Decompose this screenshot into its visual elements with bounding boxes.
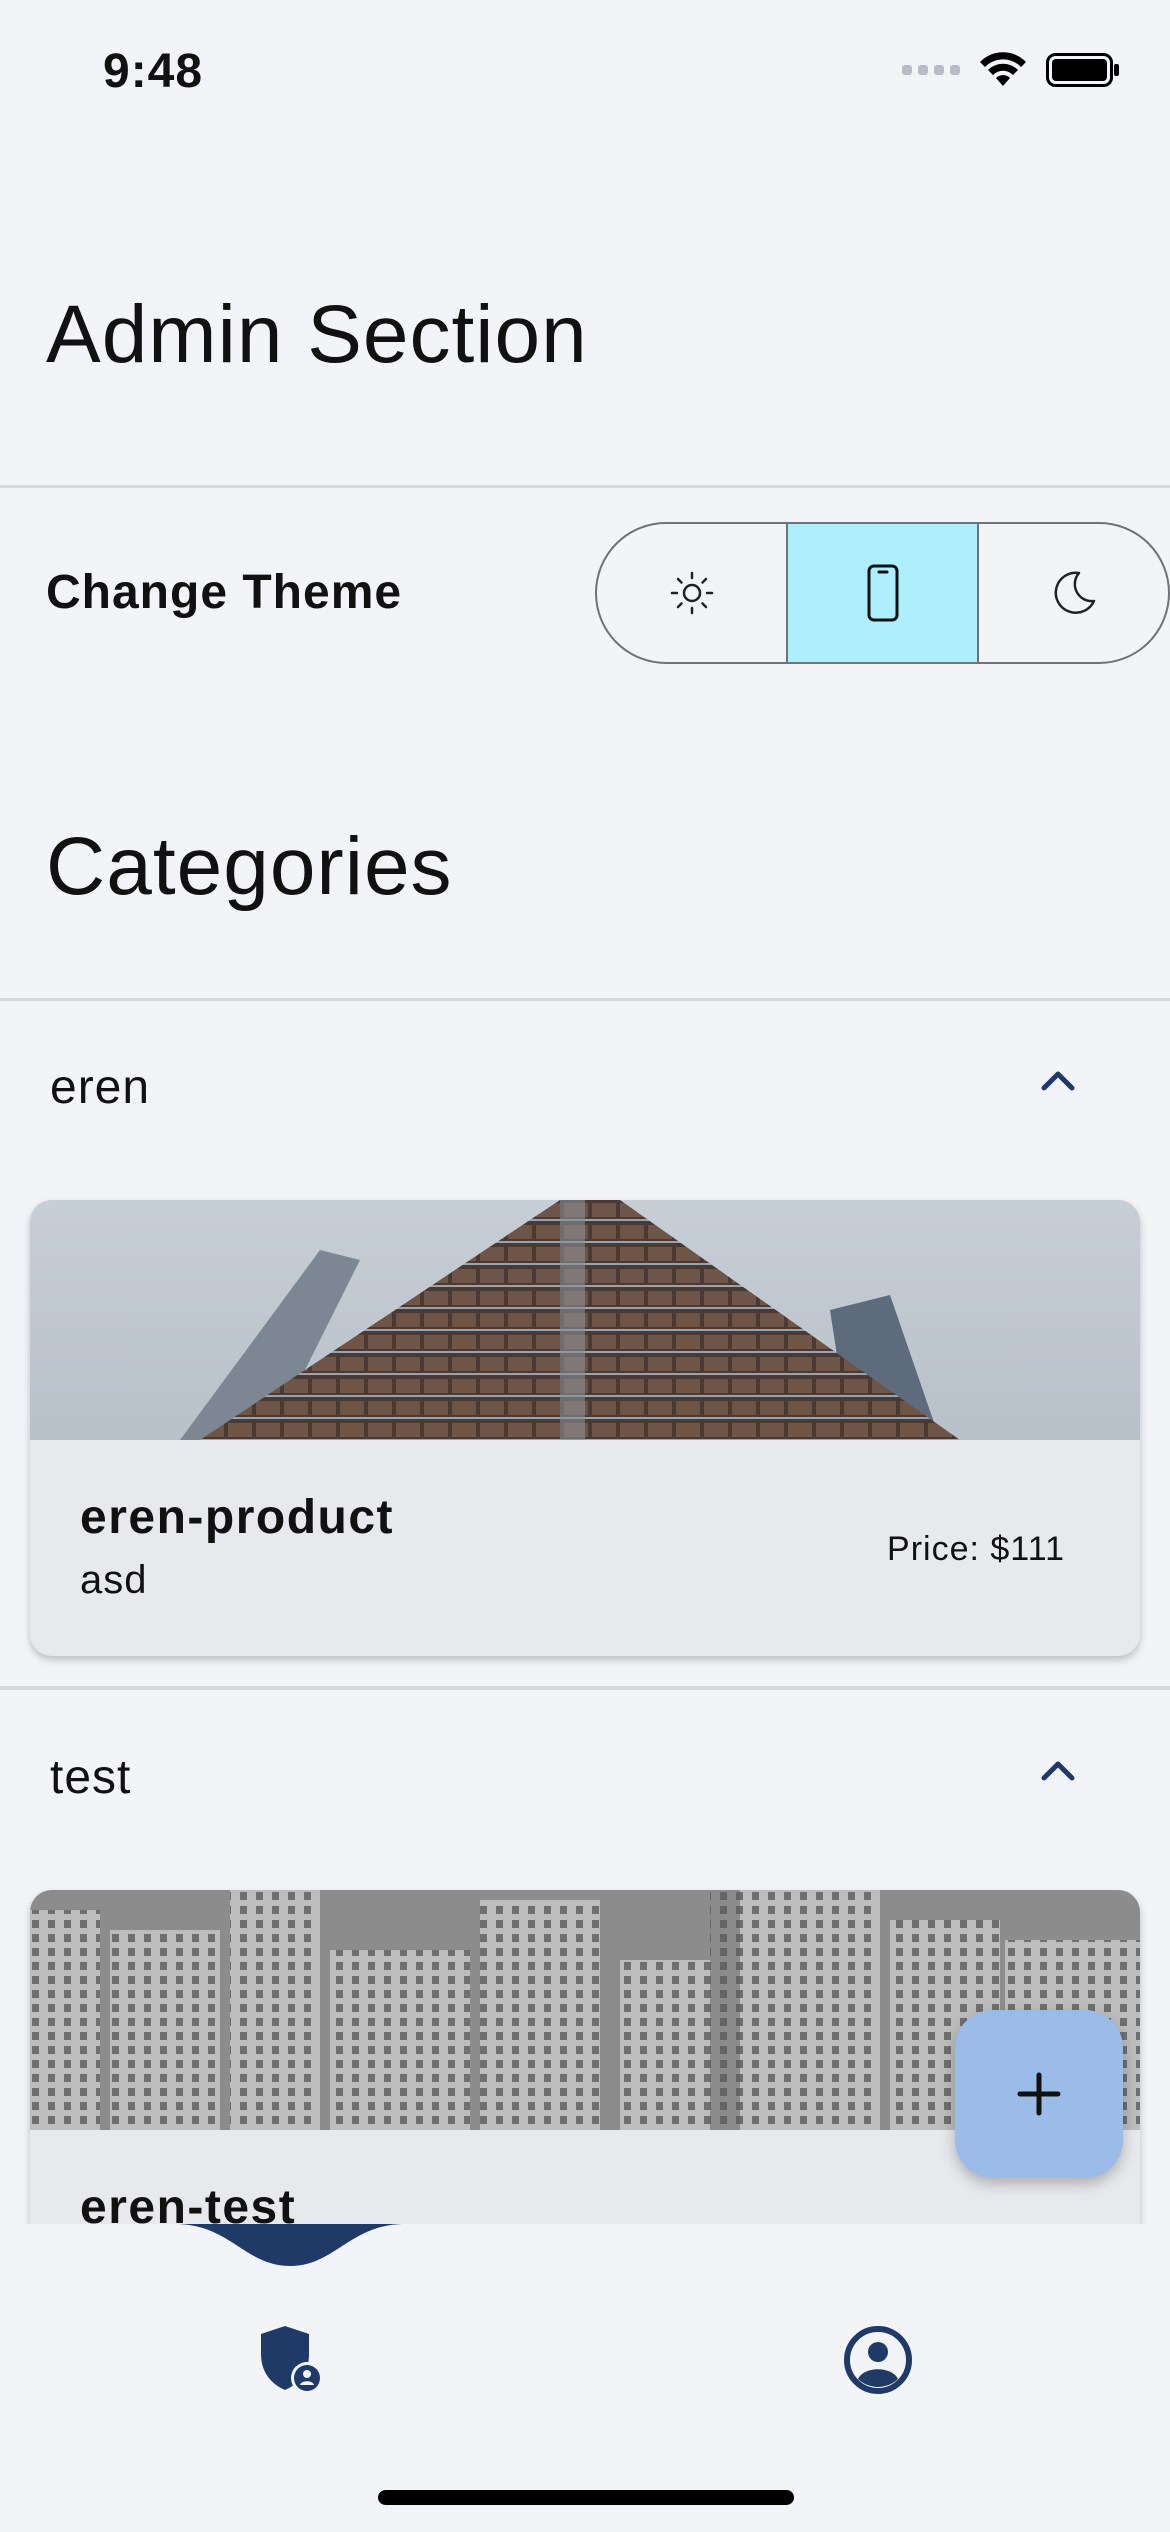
product-price: Price: $111 xyxy=(887,1530,1065,1568)
battery-icon xyxy=(1046,53,1119,87)
nav-item-admin[interactable] xyxy=(255,2324,327,2401)
app-screen: 9:48 Admin Section Change Theme Categori… xyxy=(0,0,1170,2532)
add-button[interactable] xyxy=(955,2010,1123,2178)
bottom-navigation xyxy=(0,2224,1170,2532)
sun-icon xyxy=(670,571,713,615)
theme-label: Change Theme xyxy=(46,566,403,619)
category-name: eren xyxy=(50,1061,151,1114)
theme-toggle xyxy=(595,522,1170,664)
wifi-icon xyxy=(980,52,1026,86)
category-header-eren[interactable]: eren xyxy=(0,1030,1170,1140)
status-time: 9:48 xyxy=(103,45,204,98)
category-header-test[interactable]: test xyxy=(0,1720,1170,1830)
nav-item-profile[interactable] xyxy=(842,2324,914,2401)
phone-icon xyxy=(867,564,898,622)
status-icons xyxy=(902,52,1120,88)
chevron-up-icon[interactable] xyxy=(1036,1750,1080,1790)
product-card[interactable]: eren-product asd Price: $111 xyxy=(30,1200,1140,1656)
divider xyxy=(0,1686,1170,1690)
product-subtitle: asd xyxy=(80,1558,148,1602)
moon-icon xyxy=(1054,571,1095,614)
page-title: Admin Section xyxy=(46,289,588,380)
divider xyxy=(0,485,1170,488)
status-bar: 9:48 xyxy=(0,0,1170,150)
account-circle-icon xyxy=(844,2326,912,2394)
divider xyxy=(0,998,1170,1001)
chevron-up-icon[interactable] xyxy=(1036,1060,1080,1100)
plus-icon xyxy=(1017,2072,1061,2116)
active-tab-indicator xyxy=(175,2224,405,2266)
admin-shield-icon xyxy=(261,2326,323,2394)
home-indicator xyxy=(378,2490,794,2505)
theme-option-dark[interactable] xyxy=(977,524,1168,662)
category-name: test xyxy=(50,1751,132,1804)
product-title: eren-product xyxy=(80,1491,395,1544)
product-image xyxy=(30,1200,1140,1440)
theme-option-light[interactable] xyxy=(597,524,786,662)
categories-title: Categories xyxy=(46,821,453,912)
cellular-signal-icon xyxy=(902,65,960,75)
theme-option-system[interactable] xyxy=(786,524,977,662)
